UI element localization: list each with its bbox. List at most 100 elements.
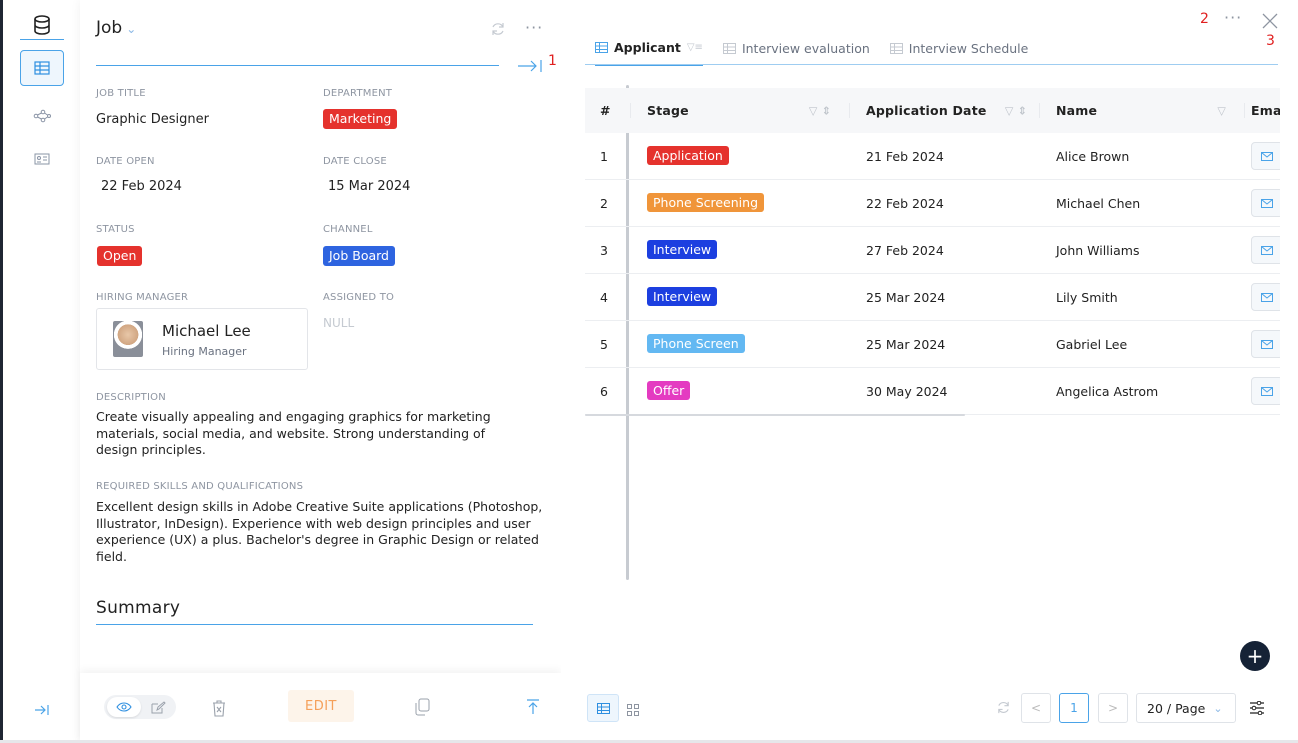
tab-interview-evaluation[interactable]: Interview evaluation — [722, 36, 870, 66]
table-row[interactable]: 5 Phone Screen 25 Mar 2024 Gabriel Lee — [585, 321, 1280, 368]
table-row[interactable]: 4 Interview 25 Mar 2024 Lily Smith — [585, 274, 1280, 321]
email-icon[interactable] — [1251, 283, 1280, 311]
filter-icon[interactable]: ▽≡ — [687, 42, 703, 53]
horizontal-scrollbar[interactable] — [585, 414, 965, 416]
email-icon[interactable] — [1251, 189, 1280, 217]
avatar — [113, 321, 143, 357]
hiring-manager-role: Hiring Manager — [162, 345, 247, 358]
hiring-manager-label: HIRING MANAGER — [96, 292, 189, 303]
row-number: 2 — [600, 195, 608, 211]
table-row[interactable]: 2 Phone Screening 22 Feb 2024 Michael Chen — [585, 180, 1280, 227]
chevron-down-icon: ⌄ — [1213, 701, 1223, 715]
refresh-icon[interactable] — [996, 700, 1011, 719]
stage-badge: Phone Screening — [647, 193, 764, 212]
table-icon — [595, 41, 608, 53]
column-header[interactable]: Name ▽ — [1040, 103, 1245, 118]
email-icon[interactable] — [1251, 330, 1280, 358]
email-cell — [1245, 283, 1280, 311]
add-record-button[interactable]: + — [1240, 641, 1270, 671]
hiring-manager-card[interactable]: Michael Lee Hiring Manager — [96, 308, 308, 370]
column-header[interactable]: Stage ▽ ⇕ — [631, 103, 850, 118]
stage-cell: Interview — [631, 240, 850, 259]
row-number: 3 — [600, 242, 608, 258]
applicant-name: Angelica Astrom — [1056, 383, 1159, 399]
filter-sort-icon[interactable]: ▽ ⇕ — [809, 104, 831, 117]
department-label: DEPARTMENT — [323, 88, 393, 99]
table-icon — [722, 42, 736, 54]
job-title-value: Graphic Designer — [96, 112, 209, 127]
more-options-icon[interactable]: ··· — [1224, 8, 1242, 27]
expand-sidebar-icon[interactable] — [20, 692, 64, 728]
copy-icon[interactable] — [411, 696, 433, 718]
related-records-panel: ··· Applicant ▽≡ Interview evaluation In… — [583, 0, 1298, 743]
chevron-down-icon[interactable]: ⌄ — [126, 22, 136, 36]
row-number: 6 — [600, 383, 608, 399]
column-header: # — [585, 103, 631, 118]
table-row[interactable]: 1 Application 21 Feb 2024 Alice Brown — [585, 133, 1280, 180]
channel-badge: Job Board — [323, 246, 395, 266]
applicant-name: John Williams — [1056, 242, 1140, 258]
refresh-icon[interactable] — [490, 21, 506, 41]
row-number: 1 — [600, 148, 608, 164]
annotation-marker: 1 — [548, 53, 557, 69]
left-rail — [0, 0, 78, 743]
table-icon — [889, 42, 903, 54]
status-badge: Open — [97, 246, 143, 266]
column-header[interactable]: Emai — [1245, 103, 1280, 118]
table-footer: < 1 > 20 / Page ⌄ — [583, 690, 1298, 730]
stage-badge: Application — [647, 146, 729, 165]
annotation-marker: 3 — [1266, 33, 1275, 49]
next-page-button[interactable]: > — [1098, 693, 1128, 723]
scroll-to-top-icon[interactable] — [522, 696, 544, 718]
network-icon[interactable] — [20, 98, 64, 134]
panel-title[interactable]: Job ⌄ — [96, 18, 136, 38]
row-number: 4 — [600, 289, 608, 305]
table-view-toggle[interactable] — [587, 694, 619, 722]
table-row[interactable]: 3 Interview 27 Feb 2024 John Williams — [585, 227, 1280, 274]
more-options-icon[interactable]: ··· — [525, 18, 543, 37]
view-mode-icon[interactable] — [107, 697, 141, 717]
email-icon[interactable] — [1251, 142, 1280, 170]
email-icon[interactable] — [1251, 377, 1280, 405]
collapse-panel-icon[interactable] — [517, 58, 543, 77]
email-cell — [1245, 377, 1280, 405]
column-header[interactable]: Application Date ▽ ⇕ — [850, 103, 1040, 118]
hiring-manager-name: Michael Lee — [162, 322, 251, 340]
skills-label: REQUIRED SKILLS AND QUALIFICATIONS — [96, 481, 304, 492]
stage-badge: Interview — [647, 287, 718, 306]
assigned-to-label: ASSIGNED TO — [323, 292, 395, 303]
email-cell — [1245, 189, 1280, 217]
table-view-icon[interactable] — [20, 50, 64, 86]
close-icon[interactable] — [1262, 13, 1278, 33]
applicant-name: Lily Smith — [1056, 289, 1118, 305]
filter-icon[interactable]: ▽ — [1217, 104, 1226, 117]
view-edit-toggle[interactable] — [104, 695, 176, 719]
database-icon[interactable] — [20, 10, 64, 40]
application-date: 25 Mar 2024 — [866, 289, 946, 305]
delete-icon[interactable] — [208, 697, 230, 719]
edit-mode-icon[interactable] — [143, 697, 173, 717]
applicant-table: # Stage ▽ ⇕ Application Date ▽ ⇕ Name ▽ Ema… — [585, 88, 1280, 415]
stage-badge: Interview — [647, 240, 718, 259]
applicant-name: Gabriel Lee — [1056, 336, 1128, 352]
date-open-value: 22 Feb 2024 — [101, 179, 182, 194]
page-number-button[interactable]: 1 — [1059, 693, 1089, 723]
table-row[interactable]: 6 Offer 30 May 2024 Angelica Astrom — [585, 368, 1280, 415]
tab-applicant[interactable]: Applicant ▽≡ — [595, 36, 703, 66]
application-date: 27 Feb 2024 — [866, 242, 944, 258]
email-icon[interactable] — [1251, 236, 1280, 264]
page-size-select[interactable]: 20 / Page ⌄ — [1136, 693, 1236, 723]
job-title-label: JOB TITLE — [96, 88, 146, 99]
prev-page-button[interactable]: < — [1021, 693, 1051, 723]
tab-interview-schedule[interactable]: Interview Schedule — [889, 36, 1028, 66]
date-close-label: DATE CLOSE — [323, 156, 387, 167]
settings-sliders-icon[interactable] — [1249, 700, 1265, 719]
filter-sort-icon[interactable]: ▽ ⇕ — [1005, 104, 1027, 117]
stage-badge: Phone Screen — [647, 334, 745, 353]
application-date: 22 Feb 2024 — [866, 195, 944, 211]
department-badge: Marketing — [323, 109, 398, 129]
edit-button[interactable]: EDIT — [288, 690, 354, 722]
card-view-icon[interactable] — [627, 701, 639, 720]
id-card-icon[interactable] — [20, 141, 64, 177]
description-label: DESCRIPTION — [96, 392, 166, 403]
